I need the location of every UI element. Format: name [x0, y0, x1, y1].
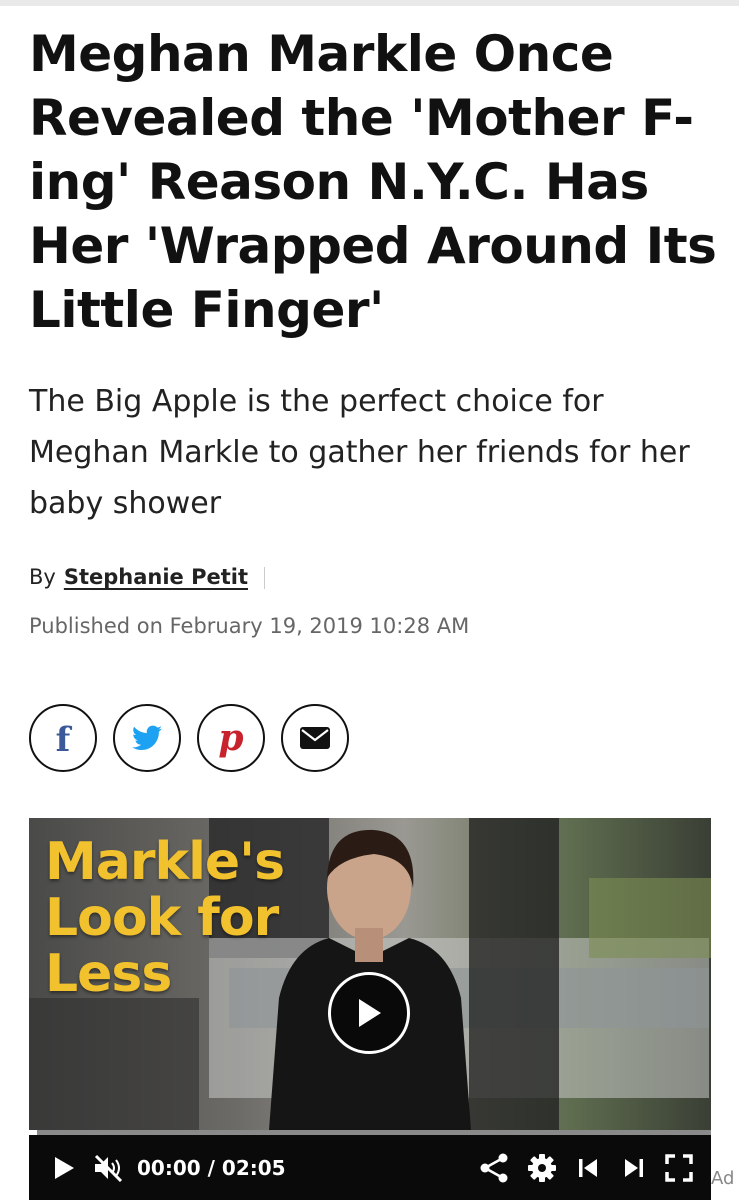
mute-icon: [94, 1154, 123, 1182]
share-bar: f p: [29, 704, 349, 772]
overlay-line-1: Markle's: [45, 832, 285, 892]
previous-icon: [579, 1158, 597, 1177]
overlay-line-3: Less: [45, 944, 172, 1004]
author-link[interactable]: Stephanie Petit: [64, 565, 248, 589]
share-facebook-button[interactable]: f: [29, 704, 97, 772]
pinterest-icon: p: [218, 717, 244, 759]
top-bar: [0, 0, 739, 6]
share-video-button[interactable]: [479, 1153, 509, 1183]
video-controls: 00:00 / 02:05: [29, 1135, 711, 1200]
article-dek: The Big Apple is the perfect choice for …: [29, 384, 690, 521]
settings-icon: [528, 1153, 556, 1182]
play-icon: [55, 1156, 74, 1179]
previous-button[interactable]: [577, 1157, 599, 1179]
time-display: 00:00 / 02:05: [137, 1156, 286, 1180]
byline: By Stephanie Petit: [29, 565, 266, 589]
share-twitter-button[interactable]: [113, 704, 181, 772]
video-overlay-title: Markle's Look for Less: [45, 832, 285, 1004]
video-player[interactable]: Markle's Look for Less 00:00 / 02:05: [29, 818, 711, 1200]
overlay-line-2: Look for: [45, 888, 279, 948]
published-date: Published on February 19, 2019 10:28 AM: [29, 614, 470, 638]
share-email-button[interactable]: [281, 704, 349, 772]
fullscreen-icon: [665, 1153, 693, 1182]
byline-prefix: By: [29, 565, 56, 589]
share-pinterest-button[interactable]: p: [197, 704, 265, 772]
time-separator: /: [207, 1155, 215, 1180]
share-icon: [480, 1153, 508, 1182]
facebook-icon: f: [55, 720, 71, 760]
settings-button[interactable]: [527, 1153, 557, 1183]
ad-label: Ad: [711, 1168, 735, 1189]
duration: 02:05: [221, 1155, 286, 1180]
mute-button[interactable]: [93, 1154, 125, 1182]
play-overlay-button[interactable]: [328, 972, 410, 1054]
next-icon: [625, 1158, 643, 1177]
byline-divider: [264, 567, 266, 589]
current-time: 00:00: [137, 1155, 201, 1180]
fullscreen-button[interactable]: [665, 1153, 693, 1182]
play-button[interactable]: [53, 1156, 75, 1180]
next-button[interactable]: [623, 1157, 645, 1179]
twitter-icon: [132, 725, 162, 750]
article-headline: Meghan Markle Once Revealed the 'Mother …: [29, 25, 717, 339]
email-icon: [300, 727, 330, 749]
play-icon: [359, 999, 381, 1027]
